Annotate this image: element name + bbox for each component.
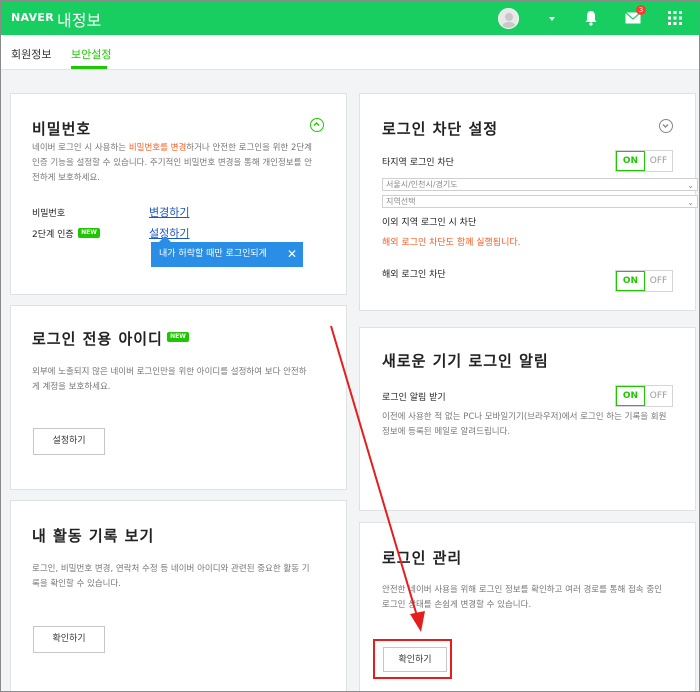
annotation-arrow (330, 325, 425, 632)
